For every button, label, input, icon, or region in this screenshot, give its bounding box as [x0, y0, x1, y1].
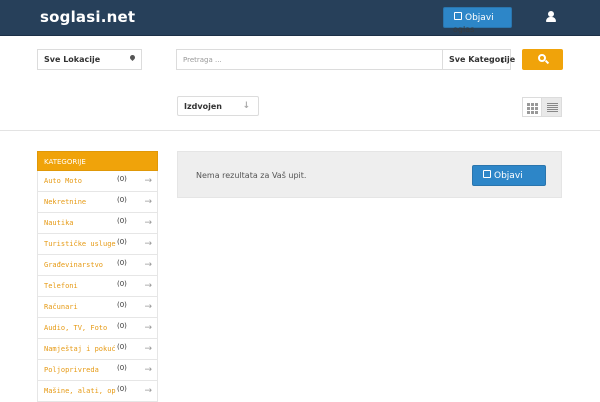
location-select[interactable]: Sve Lokacije [37, 49, 142, 70]
arrow-right-icon: → [144, 323, 152, 333]
category-count: (0) [117, 322, 127, 330]
sidebar-title: KATEGORIJE [37, 151, 158, 171]
category-count: (0) [117, 343, 127, 351]
sidebar-category-item[interactable]: Računari (0) → [37, 297, 158, 318]
category-list: Auto Moto (0) → Nekretnine (0) → Nautika (0) → Tu… [37, 171, 158, 402]
sidebar-category-item[interactable]: Turističke usluge (0) → [37, 234, 158, 255]
arrow-down-icon: ↓ [242, 101, 250, 111]
edit-icon [483, 170, 491, 178]
category-name: Turističke usluge [44, 240, 116, 248]
arrow-right-icon: → [144, 197, 152, 207]
arrow-right-icon: → [144, 176, 152, 186]
arrow-right-icon: → [144, 344, 152, 354]
arrow-right-icon: → [144, 386, 152, 396]
category-name: Nautika [44, 219, 74, 227]
sidebar-category-item[interactable]: Poljoprivreda (0) → [37, 360, 158, 381]
search-placeholder: Pretraga ... [183, 56, 222, 64]
post-ad-button-label-2: oglas [453, 25, 475, 34]
site-logo[interactable]: soglasi.net [40, 8, 135, 26]
category-name: Poljoprivreda [44, 366, 99, 374]
category-count: (0) [117, 301, 127, 309]
sidebar-category-item[interactable]: Auto Moto (0) → [37, 171, 158, 192]
user-icon[interactable] [546, 11, 556, 23]
category-name: Audio, TV, Foto [44, 324, 108, 332]
grid-view-button[interactable] [522, 97, 542, 117]
search-input[interactable]: Pretraga ... [176, 49, 443, 70]
sidebar-category-item[interactable]: Nautika (0) → [37, 213, 158, 234]
search-button[interactable] [522, 49, 563, 70]
arrow-right-icon: → [144, 302, 152, 312]
arrow-down-icon: ↓ [499, 56, 506, 65]
arrow-right-icon: → [144, 281, 152, 291]
sidebar-category-item[interactable]: Namještaj i pokućstvo(0) → [37, 339, 158, 360]
category-count: (0) [117, 238, 127, 246]
post-ad-button[interactable]: Objavi oglas [443, 7, 512, 34]
post-ad-button-main[interactable]: Objavi oglas [472, 165, 546, 186]
results-panel: Nema rezultata za Vaš upit. Objavi oglas [177, 151, 562, 198]
post-ad-button-main-label: Objavi [494, 171, 523, 181]
category-name: Namještaj i pokućstvo [44, 345, 116, 353]
category-name: Auto Moto [44, 177, 82, 185]
location-select-value: Sve Lokacije [44, 55, 101, 64]
list-view-button[interactable] [541, 97, 562, 117]
map-pin-icon [128, 53, 137, 62]
post-ad-button-label: Objavi [465, 13, 494, 23]
sort-select-value: Izdvojen [184, 102, 222, 111]
sidebar-category-item[interactable]: Telefoni (0) → [37, 276, 158, 297]
section-divider [0, 130, 600, 131]
top-navbar: soglasi.net Objavi oglas [0, 0, 600, 36]
no-results-message: Nema rezultata za Vaš upit. [196, 171, 307, 180]
category-name: Nekretnine [44, 198, 87, 206]
category-count: (0) [117, 196, 127, 204]
category-sidebar: KATEGORIJE Auto Moto (0) → Nekretnine (0) → Na… [37, 151, 158, 402]
category-name: Telefoni [44, 282, 78, 290]
arrow-right-icon: → [144, 239, 152, 249]
category-count: (0) [117, 175, 127, 183]
sidebar-category-item[interactable]: Nekretnine (0) → [37, 192, 158, 213]
sort-select[interactable]: Izdvojen ↓ [177, 96, 259, 116]
edit-icon [454, 12, 462, 20]
arrow-right-icon: → [144, 218, 152, 228]
category-count: (0) [117, 217, 127, 225]
category-name: Građevinarstvo [44, 261, 104, 269]
sidebar-category-item[interactable]: Mašine, alati, oprema(0) → [37, 381, 158, 402]
category-count: (0) [117, 364, 127, 372]
arrow-right-icon: → [144, 365, 152, 375]
sidebar-category-item[interactable]: Građevinarstvo (0) → [37, 255, 158, 276]
category-count: (0) [117, 259, 127, 267]
category-name: Mašine, alati, oprema [44, 387, 116, 395]
arrow-right-icon: → [144, 260, 152, 270]
category-name: Računari [44, 303, 78, 311]
category-select[interactable]: Sve Kategorije ↓ [443, 49, 515, 70]
sidebar-category-item[interactable]: Audio, TV, Foto (0) → [37, 318, 158, 339]
category-count: (0) [117, 385, 127, 393]
category-count: (0) [117, 280, 127, 288]
post-ad-button-main-label-2: oglas [482, 183, 503, 185]
